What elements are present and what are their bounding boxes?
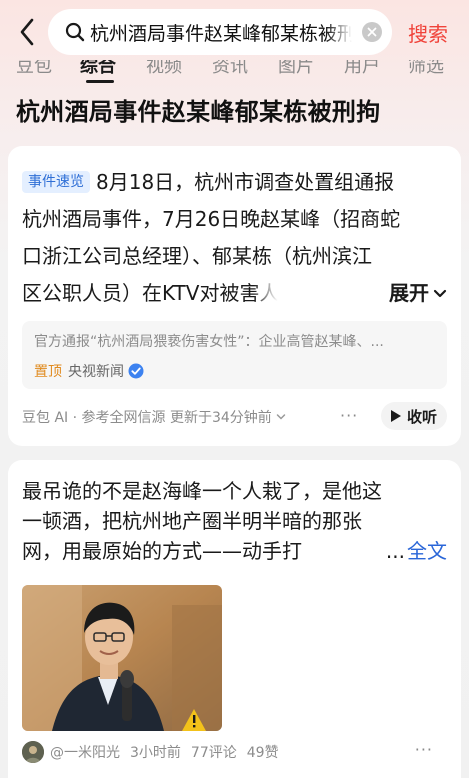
more-options-icon[interactable]: ··· <box>340 406 358 425</box>
expand-button[interactable]: 展开 <box>383 275 447 312</box>
pinned-tag: 置顶 <box>34 364 62 380</box>
ai-source-note: 豆包 AI · 参考全网信源 更新于34分钟前 <box>22 410 272 426</box>
top-bar: 杭州酒局事件赵某峰郁某栋被刑拘 搜索 <box>0 0 469 62</box>
summary-line: 杭州酒局事件，7月26日晚赵某峰（招商蛇 <box>22 207 401 231</box>
full-text-link[interactable]: 全文 <box>407 536 447 566</box>
summary-line-text: 8月18日，杭州市调查处置组通报 <box>96 170 395 194</box>
person-photo <box>22 585 222 731</box>
clear-search-button[interactable] <box>362 22 382 42</box>
ai-summary-card[interactable]: 事件速览 8月18日，杭州市调查处置组通报 杭州酒局事件，7月26日晚赵某峰（招商… <box>8 146 461 446</box>
tab-images[interactable]: 图片 <box>278 60 314 78</box>
source-reference[interactable]: 官方通报“杭州酒局猥亵伤害女性”：企业高管赵某峰、... 置顶 央视新闻 <box>22 321 447 389</box>
tab-all[interactable]: 综合 <box>80 60 116 78</box>
page-title: 杭州酒局事件赵某峰郁某栋被刑拘 <box>16 98 381 126</box>
publish-time: 3小时前 <box>130 745 181 761</box>
chevron-down-icon <box>433 289 447 297</box>
author-name[interactable]: @一米阳光 <box>50 742 120 762</box>
ai-footer: 豆包 AI · 参考全网信源 更新于34分钟前 ··· 收听 <box>22 402 447 430</box>
summary-line: 口浙江公司总经理）、郁某栋（杭州滨江 <box>22 244 372 268</box>
close-icon <box>367 27 377 37</box>
chevron-left-icon <box>20 18 34 46</box>
article-excerpt: 最吊诡的不是赵海峰一个人栽了，是他这 一顿酒，把杭州地产圈半明半暗的那张 网，用… <box>22 476 447 566</box>
tab-video[interactable]: 视频 <box>146 60 182 78</box>
expand-label: 展开 <box>389 281 429 305</box>
search-input[interactable]: 杭州酒局事件赵某峰郁某栋被刑拘 <box>48 9 392 55</box>
more-options-icon[interactable]: ··· <box>415 740 433 759</box>
tab-news[interactable]: 资讯 <box>212 60 248 78</box>
like-count: 49赞 <box>246 745 279 761</box>
article-line: 最吊诡的不是赵海峰一个人栽了，是他这 <box>22 479 382 503</box>
summary-line: 区公职人员）在KTV对被害人实施 展开 <box>22 275 447 312</box>
source-meta: 置顶 央视新闻 <box>34 361 435 381</box>
article-meta: @一米阳光 3小时前 77评论 49赞 ··· <box>22 740 447 764</box>
back-button[interactable] <box>14 17 40 47</box>
search-submit-button[interactable]: 搜索 <box>408 18 448 47</box>
tab-users[interactable]: 用户 <box>344 60 380 78</box>
event-badge: 事件速览 <box>22 171 90 193</box>
verified-icon <box>128 363 144 379</box>
active-tab-indicator <box>86 80 114 83</box>
play-icon <box>390 410 401 422</box>
search-icon <box>65 22 85 42</box>
listen-button[interactable]: 收听 <box>380 402 447 430</box>
summary-text: 事件速览 8月18日，杭州市调查处置组通报 杭州酒局事件，7月26日晚赵某峰（招商… <box>22 164 447 312</box>
source-title: 官方通报“杭州酒局猥亵伤害女性”：企业高管赵某峰、... <box>34 334 384 350</box>
summary-line: 事件速览 8月18日，杭州市调查处置组通报 <box>22 164 447 201</box>
article-line-text: 网，用最原始的方式——动手打 <box>22 539 302 563</box>
article-line: 一顿酒，把杭州地产圈半明半暗的那张 <box>22 509 362 533</box>
summary-line-text: 区公职人员）在KTV对被害人实施 <box>22 281 320 305</box>
listen-label: 收听 <box>406 407 437 426</box>
article-line: 网，用最原始的方式——动手打 ... 全文 <box>22 536 447 566</box>
ellipsis: ... <box>385 539 405 563</box>
avatar[interactable] <box>22 741 44 763</box>
tab-filter[interactable]: 筛选 <box>408 60 444 78</box>
article-card[interactable]: 最吊诡的不是赵海峰一个人栽了，是他这 一顿酒，把杭州地产圈半明半暗的那张 网，用… <box>8 460 461 778</box>
search-query-text: 杭州酒局事件赵某峰郁某栋被刑拘 <box>90 22 352 45</box>
source-name: 央视新闻 <box>68 364 124 380</box>
article-thumbnail[interactable] <box>22 585 222 731</box>
comment-count: 77评论 <box>190 745 237 761</box>
result-tabs: 豆包 综合 视频 资讯 图片 用户 筛选 <box>0 60 469 84</box>
chevron-down-icon[interactable] <box>276 413 286 421</box>
tab-doubao[interactable]: 豆包 <box>16 60 52 78</box>
avatar-image <box>22 741 44 763</box>
